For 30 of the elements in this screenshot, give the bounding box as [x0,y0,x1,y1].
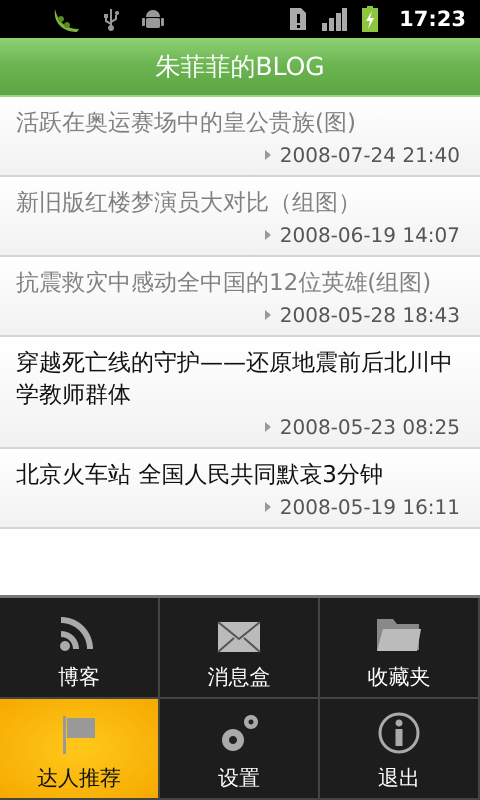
chevron-icon [264,421,272,433]
chevron-icon [264,229,272,241]
menu-item[interactable]: 设置 [160,699,320,800]
envelope-icon [217,621,261,653]
flag-icon [61,714,97,754]
post-title: 新旧版红楼梦演员大对比（组图） [16,189,362,218]
post-date: 2008-06-19 14:07 [280,223,460,247]
chevron-icon [264,149,272,161]
post-date: 2008-05-19 16:11 [280,495,460,519]
post-title: 穿越死亡线的守护——还原地震前后北川中学教师群体 [16,349,454,410]
menu-item[interactable]: 退出 [320,699,480,800]
blog-title: 朱菲菲的BLOG [155,51,325,83]
menu-item[interactable]: 消息盒 [160,598,320,699]
battery-charging-icon [361,6,380,32]
post-date: 2008-07-24 21:40 [280,143,460,167]
usb-icon [102,6,120,32]
chevron-icon [264,309,272,321]
post-date: 2008-05-23 08:25 [280,415,460,439]
post-title: 抗震救灾中感动全中国的12位英雄(组图) [16,269,432,298]
post-title: 活跃在奥运赛场中的皇公贵族(图) [16,109,357,138]
post-date: 2008-05-28 18:43 [280,303,460,327]
android-icon [142,7,164,31]
sim-alert-icon [289,7,308,31]
chevron-icon [264,501,272,513]
info-icon [378,712,420,754]
menu-item[interactable]: 收藏夹 [320,598,480,699]
clock-time: 17:23 [399,7,466,31]
post-title: 北京火车站 全国人民共同默哀3分钟 [16,461,384,490]
signal-icon [321,7,348,31]
menu-item[interactable]: 达人推荐 [0,699,160,800]
